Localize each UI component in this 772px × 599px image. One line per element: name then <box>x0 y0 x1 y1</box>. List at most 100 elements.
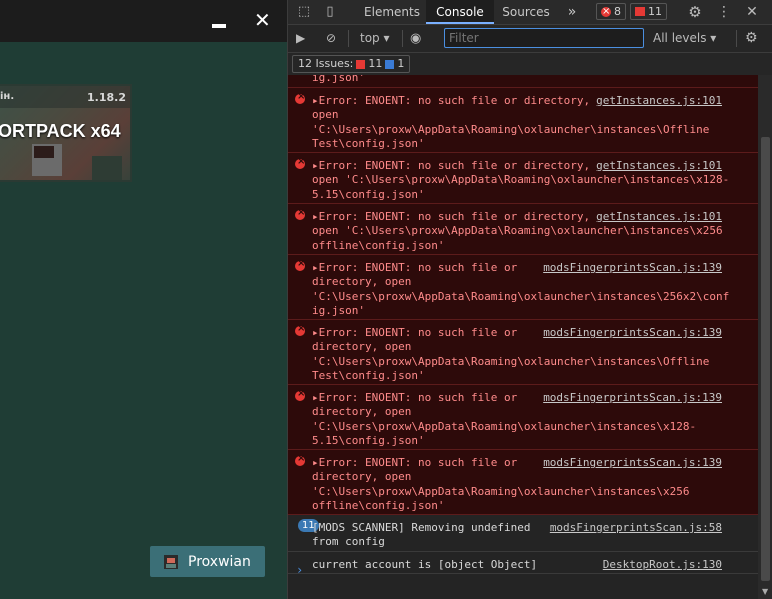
console-log-message[interactable]: current account is [object Object] Deskto… <box>288 552 758 574</box>
message-text-line: offline\config.json' <box>312 238 445 252</box>
error-icon <box>295 453 305 466</box>
more-tabs-icon[interactable]: » <box>562 0 582 24</box>
source-link[interactable]: modsFingerprintsScan.js:139 <box>543 261 722 274</box>
console-error-message[interactable]: ▸Error: ENOENT: no such file ordirectory… <box>288 320 758 385</box>
gear-icon[interactable]: ⚙ <box>687 4 703 20</box>
issues-bar: 12 Issues: 11 1 <box>288 53 772 75</box>
source-link[interactable]: modsFingerprintsScan.js:139 <box>543 391 722 404</box>
sidebar-toggle-icon[interactable]: ▶ <box>296 31 305 46</box>
console-settings-gear-icon[interactable]: ⚙ <box>745 31 758 46</box>
message-text-line: directory, open <box>312 275 412 289</box>
message-text-line: 5.15\config.json' <box>312 187 425 201</box>
inspect-element-icon[interactable]: ⬚ <box>296 4 312 20</box>
message-text-line: open 'C:\Users\proxw\AppData\Roaming\oxl… <box>312 224 723 238</box>
issues-counter[interactable]: 11 <box>630 3 667 20</box>
minimize-button[interactable] <box>212 24 226 28</box>
message-text-line: ig.json' <box>312 75 365 84</box>
log-levels-label: All levels <box>653 31 707 45</box>
message-text-line: from config <box>312 535 385 549</box>
message-text: [MODS SCANNER] Removing undefined from co… <box>312 521 531 550</box>
message-text: ig.json' <box>312 75 365 85</box>
filter-input[interactable] <box>444 28 644 48</box>
instance-card-label: ін. <box>0 91 15 102</box>
console-scrollbar[interactable]: ▼ <box>758 75 772 599</box>
scroll-down-arrow-icon[interactable]: ▼ <box>762 587 768 596</box>
close-icon[interactable]: ✕ <box>744 4 760 20</box>
message-text: current account is [object Object] <box>312 558 537 572</box>
issue-count: 11 <box>648 5 662 18</box>
context-selector[interactable]: top ▾ <box>360 31 390 46</box>
account-name: Proxwian <box>188 553 251 570</box>
message-text-line: directory, open <box>312 405 412 419</box>
tab-sources[interactable]: Sources <box>496 0 556 24</box>
error-icon <box>601 3 611 20</box>
message-text-line: ig.json' <box>312 303 365 317</box>
issues-button[interactable]: 12 Issues: 11 1 <box>292 55 411 73</box>
console-prompt[interactable]: › <box>296 563 303 577</box>
info-flag-icon <box>385 59 395 69</box>
message-text-line: open <box>312 108 339 122</box>
devtools-tabbar: ⬚ ▯ Elements Console Sources » 8 11 ⚙ ⋮ … <box>288 0 772 25</box>
console-error-message[interactable]: ig.json' <box>288 75 758 88</box>
tab-elements[interactable]: Elements <box>358 0 426 24</box>
message-text-line: directory, open <box>312 340 412 354</box>
message-text-line: 'C:\Users\proxw\AppData\Roaming\oxlaunch… <box>312 354 710 368</box>
account-button[interactable]: Proxwian <box>150 546 265 577</box>
message-text-line: directory, open <box>312 470 412 484</box>
tab-console[interactable]: Console <box>426 0 494 24</box>
source-link[interactable]: modsFingerprintsScan.js:139 <box>543 326 722 339</box>
message-text-line: Test\config.json' <box>312 136 425 150</box>
context-label: top <box>360 31 380 45</box>
console-toolbar: ▶ ⊘ top ▾ ◉ All levels ▾ ⚙ <box>288 25 772 53</box>
console-error-message[interactable]: ▸Error: ENOENT: no such file or director… <box>288 153 758 204</box>
message-text-line: offline\config.json' <box>312 498 445 512</box>
source-link[interactable]: DesktopRoot.js:130 <box>603 558 722 571</box>
error-icon <box>295 323 305 336</box>
instance-version: 1.18.2 <box>87 91 126 104</box>
console-log-message[interactable]: 11 [MODS SCANNER] Removing undefined from … <box>288 515 758 552</box>
error-counter[interactable]: 8 <box>596 3 626 20</box>
console-messages: ig.json' ▸Error: ENOENT: no such file or … <box>288 75 758 599</box>
device-toolbar-icon[interactable]: ▯ <box>322 4 338 20</box>
message-text-line: 'C:\Users\proxw\AppData\Roaming\oxlaunch… <box>312 289 730 303</box>
instance-card[interactable]: ін. 1.18.2 ORTPACK x64 <box>0 84 132 182</box>
error-flag-icon <box>356 59 366 69</box>
divider <box>348 30 349 47</box>
log-levels-dropdown[interactable]: All levels ▾ <box>653 31 716 46</box>
error-icon <box>295 258 305 271</box>
message-text-line: open 'C:\Users\proxw\AppData\Roaming\oxl… <box>312 173 730 187</box>
console-error-message[interactable]: ▸Error: ENOENT: no such file or director… <box>288 88 758 153</box>
error-icon <box>295 91 305 104</box>
message-text-line: 'C:\Users\proxw\AppData\Roaming\oxlaunch… <box>312 484 690 498</box>
source-link[interactable]: getInstances.js:101 <box>596 159 722 172</box>
console-error-message[interactable]: ▸Error: ENOENT: no such file ordirectory… <box>288 385 758 450</box>
message-text-line: [MODS SCANNER] Removing undefined <box>312 521 531 534</box>
source-link[interactable]: getInstances.js:101 <box>596 210 722 223</box>
console-error-message[interactable]: ▸Error: ENOENT: no such file ordirectory… <box>288 255 758 320</box>
scrollbar-thumb[interactable] <box>761 137 770 581</box>
error-icon <box>295 207 305 220</box>
issues-error-count: 11 <box>368 57 383 70</box>
issues-label: 12 Issues: <box>298 57 354 70</box>
message-text-line: current account is [object Object] <box>312 558 538 571</box>
error-count: 8 <box>614 5 621 18</box>
message-text-line: 5.15\config.json' <box>312 433 425 447</box>
instance-title: ORTPACK x64 <box>0 121 121 141</box>
instance-card-image-block <box>92 156 122 180</box>
kebab-menu-icon[interactable]: ⋮ <box>716 4 732 20</box>
console-error-message[interactable]: ▸Error: ENOENT: no such file ordirectory… <box>288 450 758 515</box>
close-button[interactable]: ✕ <box>254 8 271 32</box>
message-text-line: 'C:\Users\proxw\AppData\Roaming\oxlaunch… <box>312 122 710 136</box>
source-link[interactable]: modsFingerprintsScan.js:139 <box>543 456 722 469</box>
clear-console-icon[interactable]: ⊘ <box>326 31 336 46</box>
divider <box>402 30 403 47</box>
issues-info-count: 1 <box>397 57 405 70</box>
eye-icon[interactable]: ◉ <box>410 31 421 46</box>
divider <box>736 30 737 47</box>
console-error-message[interactable]: ▸Error: ENOENT: no such file or director… <box>288 204 758 255</box>
devtools-panel: ⬚ ▯ Elements Console Sources » 8 11 ⚙ ⋮ … <box>287 0 772 599</box>
source-link[interactable]: modsFingerprintsScan.js:58 <box>550 521 722 534</box>
app-titlebar: ✕ <box>0 0 287 42</box>
source-link[interactable]: getInstances.js:101 <box>596 94 722 107</box>
avatar <box>164 554 178 569</box>
